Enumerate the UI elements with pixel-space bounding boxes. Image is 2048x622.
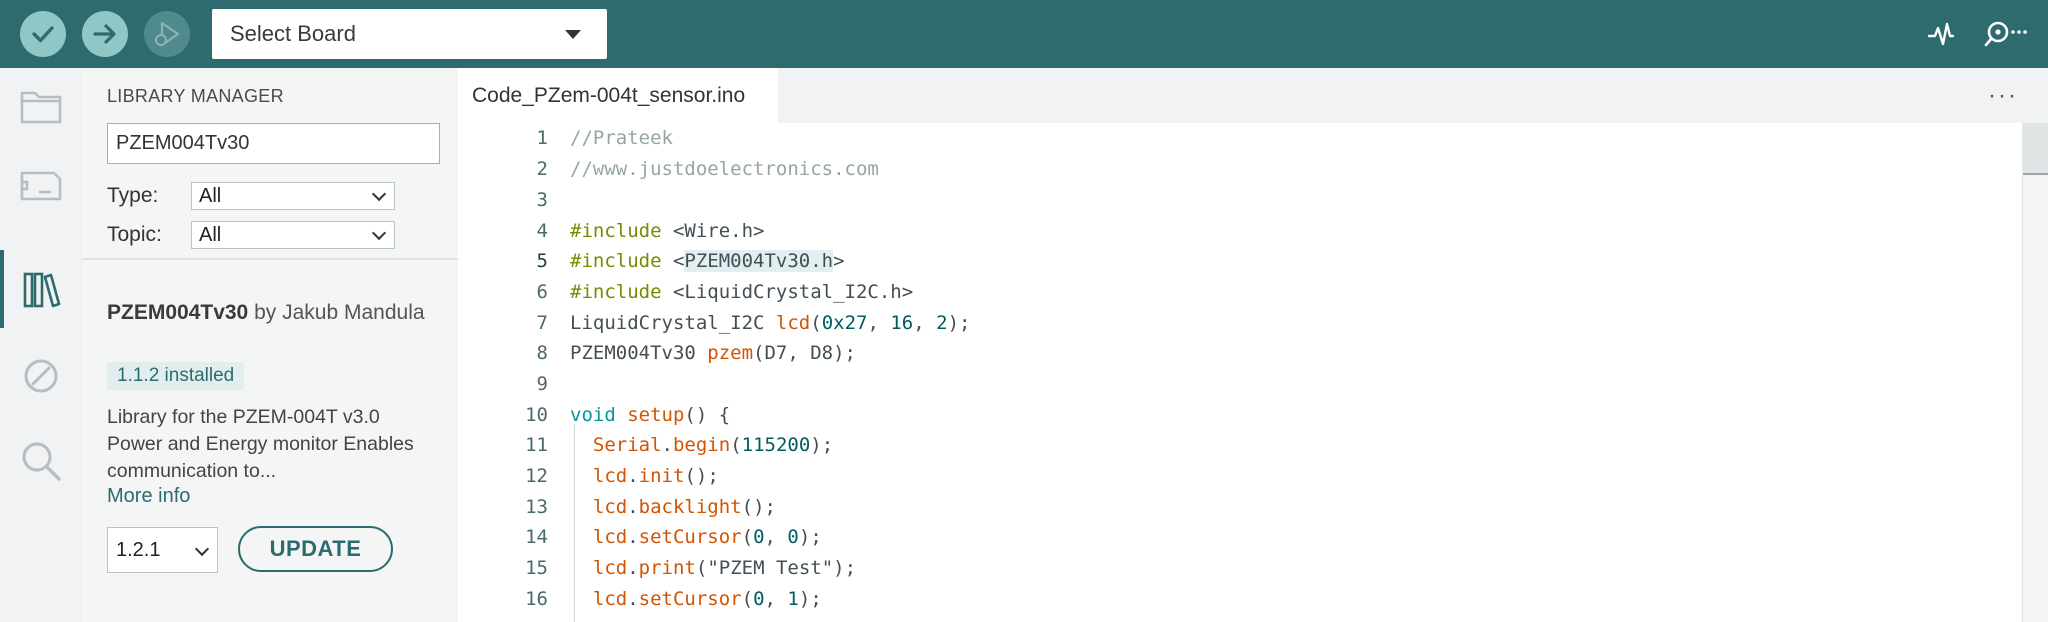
debug-button[interactable] bbox=[144, 11, 190, 57]
topic-select[interactable]: All bbox=[191, 221, 395, 249]
chevron-down-icon bbox=[194, 541, 210, 557]
line-number: 4 bbox=[536, 220, 548, 242]
code-line[interactable]: LiquidCrystal_I2C lcd(0x27, 16, 2); bbox=[570, 312, 970, 334]
code-editor[interactable]: 1 2 3 4 5 6 7 8 9 10 11 12 13 14 15 16 /… bbox=[458, 123, 2022, 622]
type-label: Type: bbox=[107, 184, 159, 207]
line-number: 9 bbox=[536, 373, 548, 395]
board-select-label: Select Board bbox=[230, 21, 356, 46]
arrow-right-icon bbox=[93, 24, 116, 44]
line-number: 13 bbox=[525, 496, 548, 518]
version-select[interactable]: 1.2.1 bbox=[107, 527, 218, 573]
line-number: 8 bbox=[536, 342, 548, 364]
code-line[interactable]: //Prateek bbox=[570, 127, 673, 149]
activity-boards-manager[interactable] bbox=[0, 147, 82, 223]
line-number: 3 bbox=[536, 189, 548, 211]
board-select[interactable]: Select Board bbox=[212, 9, 607, 59]
version-select-value: 1.2.1 bbox=[116, 538, 161, 561]
serial-monitor-button[interactable] bbox=[1982, 16, 2028, 52]
code-line[interactable]: void setup() { bbox=[570, 404, 730, 426]
line-number: 2 bbox=[536, 158, 548, 180]
serial-plotter-button[interactable] bbox=[1922, 16, 1960, 52]
line-number: 16 bbox=[525, 588, 548, 610]
topic-filter-row: Topic: All bbox=[107, 220, 395, 250]
activity-bar bbox=[0, 68, 82, 622]
chevron-down-icon bbox=[371, 225, 387, 241]
board-icon bbox=[20, 171, 62, 201]
code-line[interactable]: #include <Wire.h> bbox=[570, 220, 764, 242]
library-name: PZEM004Tv30 bbox=[107, 301, 249, 324]
code-line[interactable]: lcd.setCursor(0, 1); bbox=[570, 588, 822, 610]
panel-title: LIBRARY MANAGER bbox=[107, 86, 284, 106]
code-line[interactable]: //www.justdoelectronics.com bbox=[570, 158, 879, 180]
code-line[interactable]: Serial.begin(115200); bbox=[570, 434, 833, 456]
serial-monitor-icon bbox=[1984, 21, 2027, 47]
line-number: 1 bbox=[536, 127, 548, 149]
search-icon bbox=[22, 442, 61, 481]
editor-tab-bar: Code_PZem-004t_sensor.ino ··· bbox=[458, 68, 2048, 123]
upload-button[interactable] bbox=[82, 11, 128, 57]
scrollbar-thumb[interactable] bbox=[2023, 123, 2048, 175]
code-line[interactable]: #include <PZEM004Tv30.h> bbox=[570, 250, 845, 272]
code-line[interactable]: lcd.setCursor(0, 0); bbox=[570, 526, 822, 548]
editor-scrollbar[interactable] bbox=[2022, 123, 2048, 622]
caret-down-icon bbox=[565, 30, 581, 39]
library-by: by bbox=[254, 301, 277, 324]
line-number: 11 bbox=[525, 434, 548, 456]
activity-debug[interactable] bbox=[0, 338, 82, 414]
library-author: Jakub Mandula bbox=[282, 301, 425, 324]
activity-search[interactable] bbox=[0, 423, 82, 499]
code-line[interactable]: lcd.print("PZEM Test"); bbox=[570, 557, 856, 579]
activity-library-manager[interactable] bbox=[0, 250, 82, 328]
type-select[interactable]: All bbox=[191, 182, 395, 210]
line-number: 15 bbox=[525, 557, 548, 579]
type-filter-row: Type: All bbox=[107, 181, 395, 211]
library-manager-panel: LIBRARY MANAGER Type: All Topic: All PZE… bbox=[82, 68, 458, 622]
line-number: 7 bbox=[536, 312, 548, 334]
line-number: 10 bbox=[525, 404, 548, 426]
library-description: Library for the PZEM-004T v3.0 Power and… bbox=[107, 406, 414, 482]
code-line[interactable]: #include <LiquidCrystal_I2C.h> bbox=[570, 281, 913, 303]
line-number: 5 bbox=[536, 250, 548, 272]
more-horizontal-icon[interactable]: ··· bbox=[1988, 82, 2018, 110]
serial-plotter-icon bbox=[1927, 22, 1955, 46]
type-select-value: All bbox=[199, 184, 222, 207]
line-number: 6 bbox=[536, 281, 548, 303]
installed-badge: 1.1.2 installed bbox=[107, 362, 245, 390]
verify-button[interactable] bbox=[20, 11, 66, 57]
line-number: 12 bbox=[525, 465, 548, 487]
checkmark-icon bbox=[32, 26, 54, 43]
chevron-down-icon bbox=[371, 186, 387, 202]
code-line[interactable]: lcd.backlight(); bbox=[570, 496, 776, 518]
library-title: PZEM004Tv30 by Jakub Mandula bbox=[107, 298, 437, 328]
no-entry-icon bbox=[24, 359, 58, 393]
update-button[interactable]: UPDATE bbox=[238, 526, 393, 572]
tab-sketch[interactable]: Code_PZem-004t_sensor.ino bbox=[458, 68, 778, 123]
folder-icon bbox=[20, 91, 62, 124]
divider bbox=[82, 258, 458, 260]
toolbar: Select Board bbox=[0, 0, 2048, 68]
library-icon bbox=[23, 272, 61, 308]
more-info-link[interactable]: More info bbox=[107, 485, 190, 508]
library-search-input[interactable] bbox=[107, 123, 440, 164]
topic-select-value: All bbox=[199, 223, 222, 246]
topic-label: Topic: bbox=[107, 223, 162, 246]
line-number: 14 bbox=[525, 526, 548, 548]
activity-sketchbook[interactable] bbox=[0, 68, 82, 144]
code-line[interactable]: PZEM004Tv30 pzem(D7, D8); bbox=[570, 342, 856, 364]
debug-play-icon bbox=[155, 21, 180, 47]
code-line[interactable]: lcd.init(); bbox=[570, 465, 719, 487]
